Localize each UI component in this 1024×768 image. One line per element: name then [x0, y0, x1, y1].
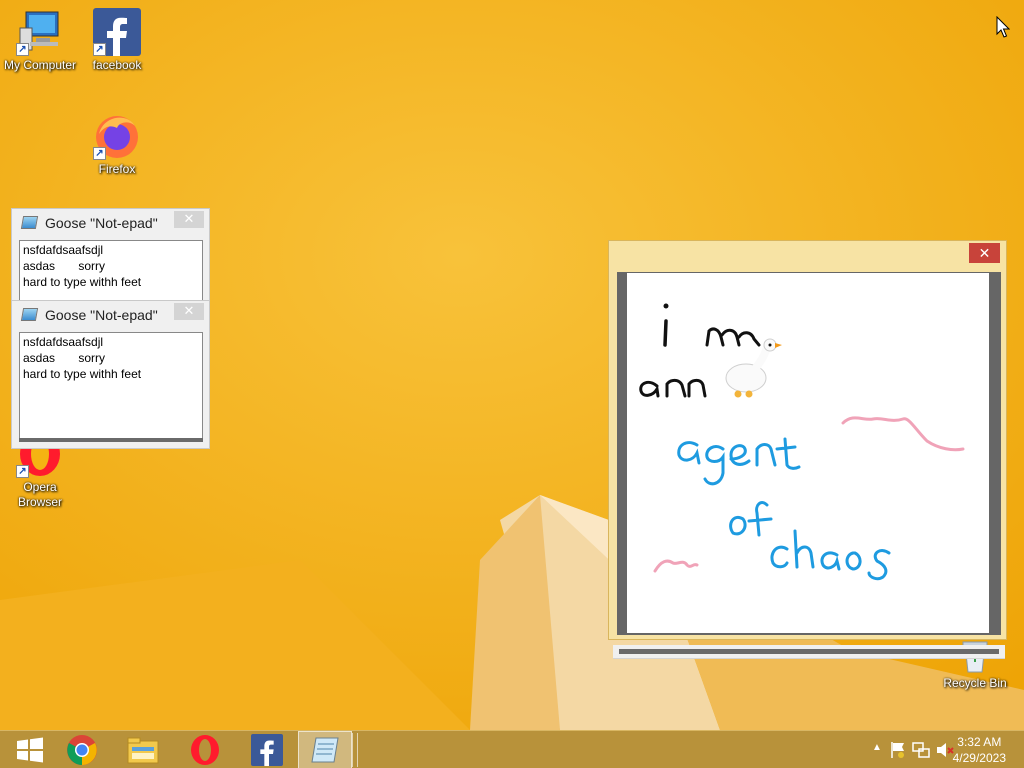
- network-icon[interactable]: [912, 741, 930, 759]
- mouse-cursor-icon: [996, 16, 1010, 38]
- shortcut-arrow-icon: ↗: [93, 43, 106, 56]
- word-an: [639, 378, 707, 398]
- window-titlebar[interactable]: Goose "Not-epad" ✕: [12, 209, 209, 239]
- word-of: [729, 501, 773, 537]
- goose-sprite: [725, 338, 782, 398]
- goose-drawing-window[interactable]: ✕: [608, 240, 1007, 659]
- shortcut-arrow-icon: ↗: [16, 465, 29, 478]
- desktop-icon-facebook[interactable]: ↗ facebook: [77, 8, 157, 73]
- drawing-frame: [617, 272, 1001, 635]
- system-tray: ▲ 3:32 AM 4/29/2023: [844, 731, 1024, 768]
- close-button[interactable]: ✕: [174, 303, 204, 320]
- word-m: [705, 327, 761, 347]
- window-title: Goose "Not-epad": [45, 307, 158, 323]
- action-center-flag-icon[interactable]: [890, 741, 906, 759]
- scrollbar-thumb[interactable]: [619, 649, 999, 654]
- windows-start-icon: [17, 737, 43, 763]
- goose-notepad-window[interactable]: Goose "Not-epad" ✕ nsfdafdsaafsdjl asdas…: [11, 300, 210, 449]
- opera-icon: [191, 735, 219, 765]
- icon-label: Opera Browser: [17, 480, 62, 509]
- taskbar: ▲ 3:32 AM 4/29/2023: [0, 730, 1024, 768]
- computer-icon: ↗: [16, 8, 64, 56]
- facebook-icon: [251, 734, 283, 766]
- icon-label: Recycle Bin: [943, 676, 1007, 690]
- clock-time: 3:32 AM: [957, 735, 1002, 749]
- file-explorer-icon: [127, 737, 159, 764]
- window-title: Goose "Not-epad": [45, 215, 158, 231]
- clock-date: 4/29/2023: [952, 751, 1006, 765]
- notepad-icon: [311, 737, 339, 763]
- icon-label: facebook: [92, 58, 142, 72]
- icon-label: My Computer: [3, 58, 77, 72]
- notepad-icon: [20, 308, 39, 321]
- drawing-canvas: [627, 273, 989, 633]
- word-chaos: [770, 529, 891, 581]
- close-button[interactable]: ✕: [174, 211, 204, 228]
- word-i: [663, 303, 669, 347]
- horizontal-scrollbar[interactable]: [613, 645, 1005, 659]
- shortcut-arrow-icon: ↗: [16, 43, 29, 56]
- facebook-icon: ↗: [93, 8, 141, 56]
- start-button[interactable]: [0, 731, 60, 768]
- taskbar-opera-button[interactable]: [175, 731, 235, 768]
- chrome-icon: [67, 735, 97, 765]
- show-hidden-icons-chevron-icon[interactable]: ▲: [872, 742, 882, 753]
- shortcut-arrow-icon: ↗: [93, 147, 106, 160]
- taskbar-notepad-button[interactable]: [298, 731, 352, 768]
- window-titlebar[interactable]: Goose "Not-epad" ✕: [12, 301, 209, 331]
- pink-scribble: [653, 559, 699, 573]
- pink-scribble: [841, 416, 965, 452]
- system-clock[interactable]: 3:32 AM 4/29/2023: [953, 734, 1006, 766]
- notepad-icon: [20, 216, 39, 229]
- icon-label: Firefox: [98, 162, 136, 176]
- desktop-icon-my-computer[interactable]: ↗ My Computer: [0, 8, 80, 73]
- word-agent: [677, 437, 801, 486]
- notepad-text-area[interactable]: nsfdafdsaafsdjl asdas sorry hard to type…: [19, 332, 203, 439]
- close-button[interactable]: ✕: [969, 243, 1000, 263]
- scrollbar[interactable]: [19, 438, 203, 442]
- firefox-icon: ↗: [93, 112, 141, 160]
- taskbar-file-explorer-button[interactable]: [113, 731, 173, 768]
- volume-muted-icon[interactable]: [936, 741, 954, 759]
- taskbar-stack-indicator: [352, 733, 358, 767]
- taskbar-facebook-button[interactable]: [237, 731, 297, 768]
- taskbar-chrome-button[interactable]: [52, 731, 112, 768]
- desktop-icon-firefox[interactable]: ↗ Firefox: [77, 112, 157, 177]
